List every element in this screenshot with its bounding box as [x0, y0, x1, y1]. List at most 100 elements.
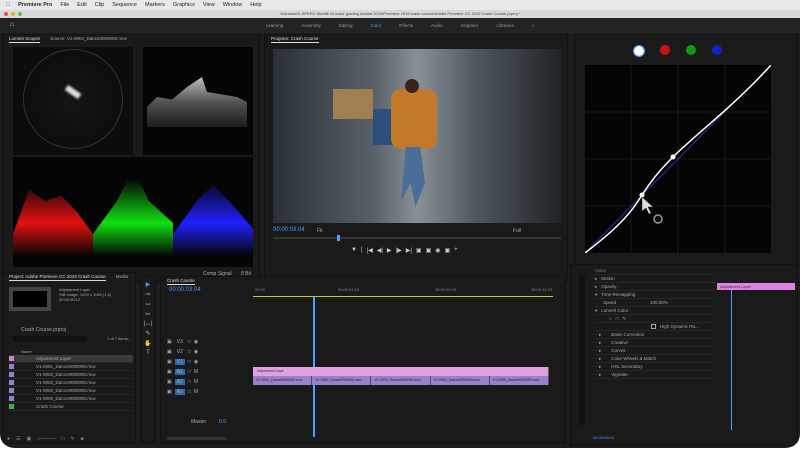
rgb-curve-graph[interactable]: [585, 65, 771, 253]
menu-clip[interactable]: Clip: [95, 2, 104, 8]
expand-arrow-icon[interactable]: ▾: [595, 291, 597, 299]
effect-lumetri-color[interactable]: Lumetri Color: [601, 307, 628, 315]
go-in-icon[interactable]: |◀: [367, 247, 373, 254]
razor-tool-icon[interactable]: ✂: [145, 311, 150, 318]
track-target[interactable]: V2: [175, 349, 185, 355]
lock-icon[interactable]: ▣: [167, 389, 172, 395]
type-tool-icon[interactable]: T: [146, 350, 150, 356]
sync-lock-icon[interactable]: □: [188, 389, 191, 395]
close-button[interactable]: [4, 12, 8, 16]
pen-tool-icon[interactable]: ✎: [145, 330, 150, 337]
name-column-header[interactable]: Name: [21, 349, 32, 354]
new-item-icon[interactable]: ✎: [70, 436, 74, 442]
play-icon[interactable]: ▶: [387, 247, 392, 254]
workspace-learning[interactable]: Learning: [266, 23, 284, 28]
lumetri-section[interactable]: Creative: [611, 339, 628, 347]
ripple-edit-tool-icon[interactable]: ⇿: [145, 301, 150, 308]
label-color-swatch[interactable]: [9, 356, 14, 361]
zoom-slider[interactable]: ○———: [37, 436, 55, 442]
zoom-button[interactable]: [18, 12, 22, 16]
expand-arrow-icon[interactable]: ▸: [599, 331, 601, 339]
pen-mask-icon[interactable]: ✎: [622, 315, 626, 323]
menu-sequence[interactable]: Sequence: [112, 2, 137, 8]
workspace-color[interactable]: Color: [371, 23, 382, 28]
track-select-tool-icon[interactable]: ⇨: [145, 291, 150, 298]
timeline-zoom-scrollbar[interactable]: [167, 437, 227, 440]
effect-clip-bar[interactable]: Adjustment Layer: [717, 283, 795, 290]
sync-lock-icon[interactable]: □: [188, 359, 191, 365]
step-forward-icon[interactable]: |▶: [396, 247, 402, 254]
menu-edit[interactable]: Edit: [77, 2, 86, 8]
lumetri-section[interactable]: Vignette: [611, 371, 627, 379]
minimize-button[interactable]: [11, 12, 15, 16]
expand-arrow-icon[interactable]: ▾: [595, 307, 597, 315]
lock-icon[interactable]: ▣: [167, 339, 172, 345]
mute-icon[interactable]: M: [194, 389, 198, 395]
video-clip[interactable]: V1-0004_Dance0000000.mov: [430, 376, 490, 385]
expand-arrow-icon[interactable]: ▸: [599, 371, 601, 379]
menu-file[interactable]: File: [60, 2, 69, 8]
quality-select[interactable]: Full: [513, 228, 521, 234]
workspace-libraries[interactable]: Libraries: [497, 23, 514, 28]
green-channel-button[interactable]: [686, 45, 696, 55]
icon-view-icon[interactable]: ▣: [27, 436, 32, 442]
track-target[interactable]: A2: [174, 379, 185, 385]
time-ruler[interactable]: 00:00 00:00:04:23 00:00:09:23 00:00:14:2…: [253, 287, 563, 301]
compare-icon[interactable]: ▣: [444, 247, 450, 254]
hdr-checkbox[interactable]: [651, 324, 656, 329]
hand-tool-icon[interactable]: ✋: [144, 340, 151, 347]
effect-time-remapping[interactable]: Time Remapping: [601, 291, 635, 299]
effect-playhead[interactable]: [731, 290, 732, 430]
slip-tool-icon[interactable]: |↔|: [143, 321, 152, 327]
label-color-swatch[interactable]: [9, 396, 14, 401]
effect-opacity[interactable]: Opacity: [601, 283, 616, 291]
menu-window[interactable]: Window: [223, 2, 243, 8]
track-target[interactable]: V1: [174, 359, 185, 365]
label-color-swatch[interactable]: [9, 388, 14, 393]
blue-channel-button[interactable]: [712, 45, 722, 55]
project-item[interactable]: V1-0005_Dance0000000.mov: [9, 395, 133, 403]
selection-tool-icon[interactable]: ▶: [146, 281, 151, 288]
zoom-select[interactable]: Fit: [317, 228, 323, 234]
mute-icon[interactable]: M: [194, 379, 198, 385]
master-value[interactable]: 0.0: [219, 419, 226, 425]
lumetri-section[interactable]: Curves: [611, 347, 625, 355]
search-input[interactable]: [13, 336, 87, 342]
expand-arrow-icon[interactable]: ▸: [599, 339, 601, 347]
track-target[interactable]: V3: [175, 339, 185, 345]
go-out-icon[interactable]: ▶|: [406, 247, 412, 254]
trash-icon[interactable]: ■: [81, 436, 84, 442]
track-target[interactable]: A3: [174, 389, 185, 395]
video-clip[interactable]: V1-0003_Dance0000000.mov: [371, 376, 431, 385]
tab-media[interactable]: Media: [116, 273, 128, 281]
ellipse-mask-icon[interactable]: ○: [609, 315, 612, 323]
menu-graphics[interactable]: Graphics: [173, 2, 195, 8]
playhead-timecode[interactable]: 00:00:03:04: [273, 227, 305, 233]
more-icon[interactable]: »: [532, 23, 535, 28]
effect-timecode[interactable]: 00:00:03:04: [593, 435, 614, 440]
menu-help[interactable]: Help: [250, 2, 261, 8]
red-channel-button[interactable]: [660, 45, 670, 55]
apple-icon[interactable]: : [6, 2, 10, 8]
sync-lock-icon[interactable]: □: [188, 379, 191, 385]
video-clip[interactable]: V1-0001_Dance0000000.mov: [253, 376, 313, 385]
home-icon[interactable]: ⌂: [10, 21, 14, 28]
lock-icon[interactable]: ●: [7, 436, 10, 442]
workspace-editing[interactable]: Editing: [339, 23, 353, 28]
list-view-icon[interactable]: ☰: [16, 436, 20, 442]
adjustment-layer-clip[interactable]: Adjustment Layer: [253, 367, 549, 376]
app-menu[interactable]: Premiere Pro: [18, 2, 52, 8]
workspace-effects[interactable]: Effects: [399, 23, 413, 28]
expand-arrow-icon[interactable]: ▸: [599, 363, 601, 371]
label-color-swatch[interactable]: [9, 380, 14, 385]
lock-icon[interactable]: ▣: [167, 359, 172, 365]
tab-sequence[interactable]: Crash Course: [167, 277, 195, 285]
lock-icon[interactable]: ▣: [167, 379, 172, 385]
lumetri-section[interactable]: HSL Secondary: [611, 363, 642, 371]
workspace-assembly[interactable]: Assembly: [301, 23, 321, 28]
video-clip[interactable]: V1-0002_Dance0000000.mov: [312, 376, 372, 385]
export-frame-icon[interactable]: ◉: [435, 247, 440, 254]
effect-motion[interactable]: Motion: [601, 275, 615, 283]
settings-icon[interactable]: +: [454, 247, 458, 254]
expand-arrow-icon[interactable]: ▸: [599, 355, 601, 363]
